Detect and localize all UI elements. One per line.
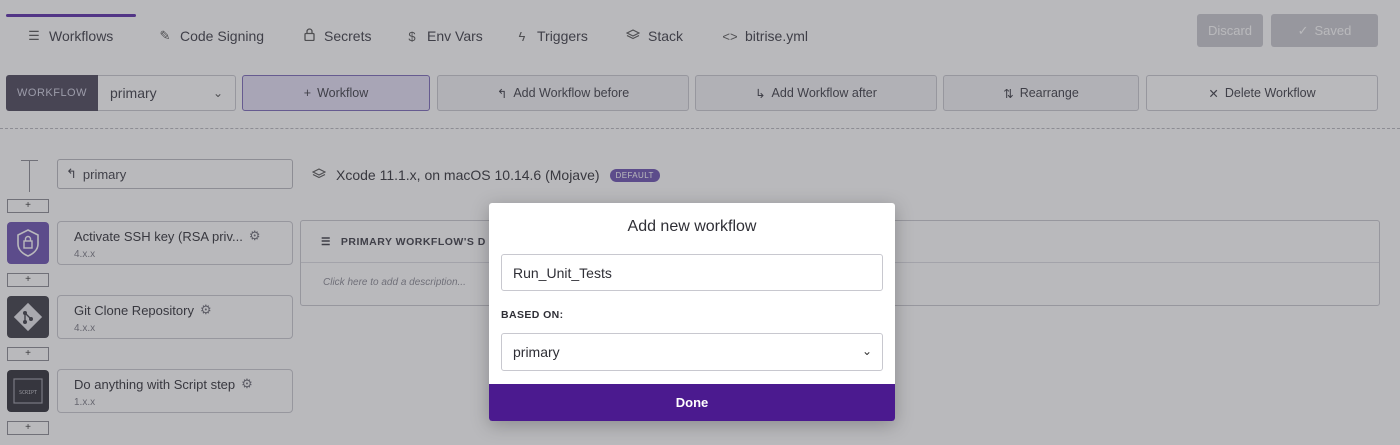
based-on-label: BASED ON: (501, 309, 564, 321)
add-workflow-modal: Add new workflow BASED ON: primary ⌄ Don… (489, 203, 895, 421)
modal-title: Add new workflow (627, 218, 757, 235)
chevron-down-icon: ⌄ (861, 344, 872, 358)
based-on-select[interactable]: primary ⌄ (501, 333, 883, 371)
workflow-name-input[interactable] (501, 254, 883, 291)
done-button[interactable]: Done (489, 384, 895, 421)
